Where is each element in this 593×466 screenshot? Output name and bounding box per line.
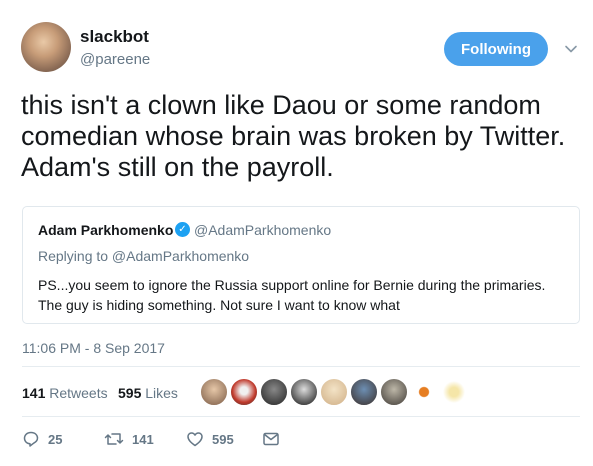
like-count: 595 <box>212 431 234 447</box>
quoted-author-handle: @AdamParkhomenko <box>194 222 332 238</box>
heart-icon <box>187 432 203 447</box>
retweets-stat-count: 141 <box>22 385 46 401</box>
likes-stat[interactable]: 595 Likes <box>118 385 178 401</box>
quoted-replying-to: Replying to @AdamParkhomenko <box>38 248 250 264</box>
liker-avatar[interactable] <box>380 378 408 406</box>
divider-top <box>22 366 580 367</box>
likes-stat-label: Likes <box>145 385 178 401</box>
liker-avatar[interactable] <box>260 378 288 406</box>
reply-icon <box>23 431 39 447</box>
retweet-icon <box>104 433 124 445</box>
like-action[interactable]: 595 <box>186 430 234 448</box>
retweet-count: 141 <box>132 431 154 447</box>
liker-avatar[interactable] <box>200 378 228 406</box>
author-handle[interactable]: @pareene <box>80 51 150 68</box>
quoted-tweet-card[interactable]: Adam Parkhomenko ✓ @AdamParkhomenko Repl… <box>22 206 580 324</box>
tweet-text: this isn't a clown like Daou or some ran… <box>21 90 566 182</box>
chevron-down-icon[interactable] <box>564 42 578 56</box>
quoted-author-name: Adam Parkhomenko <box>38 222 174 238</box>
message-action[interactable] <box>262 430 280 448</box>
verified-badge-icon: ✓ <box>175 222 190 237</box>
reply-count: 25 <box>48 431 63 447</box>
reply-action[interactable]: 25 <box>22 430 62 448</box>
retweets-stat[interactable]: 141 Retweets <box>22 385 108 401</box>
liker-avatar[interactable] <box>320 378 348 406</box>
author-avatar[interactable] <box>21 22 71 72</box>
message-icon <box>263 432 279 446</box>
following-button[interactable]: Following <box>444 32 548 66</box>
author-display-name[interactable]: slackbot <box>80 27 149 47</box>
liker-avatar[interactable] <box>440 378 468 406</box>
liker-avatar[interactable] <box>410 378 438 406</box>
liker-avatar[interactable] <box>350 378 378 406</box>
retweet-action[interactable]: 141 <box>104 430 154 448</box>
retweets-stat-label: Retweets <box>49 385 108 401</box>
likes-stat-count: 595 <box>118 385 142 401</box>
quoted-tweet-text: PS...you seem to ignore the Russia suppo… <box>38 277 546 313</box>
liker-avatar[interactable] <box>290 378 318 406</box>
divider-bottom <box>22 416 580 417</box>
liker-avatars <box>200 378 480 406</box>
tweet-timestamp[interactable]: 11:06 PM - 8 Sep 2017 <box>22 340 165 356</box>
liker-avatar[interactable] <box>230 378 258 406</box>
